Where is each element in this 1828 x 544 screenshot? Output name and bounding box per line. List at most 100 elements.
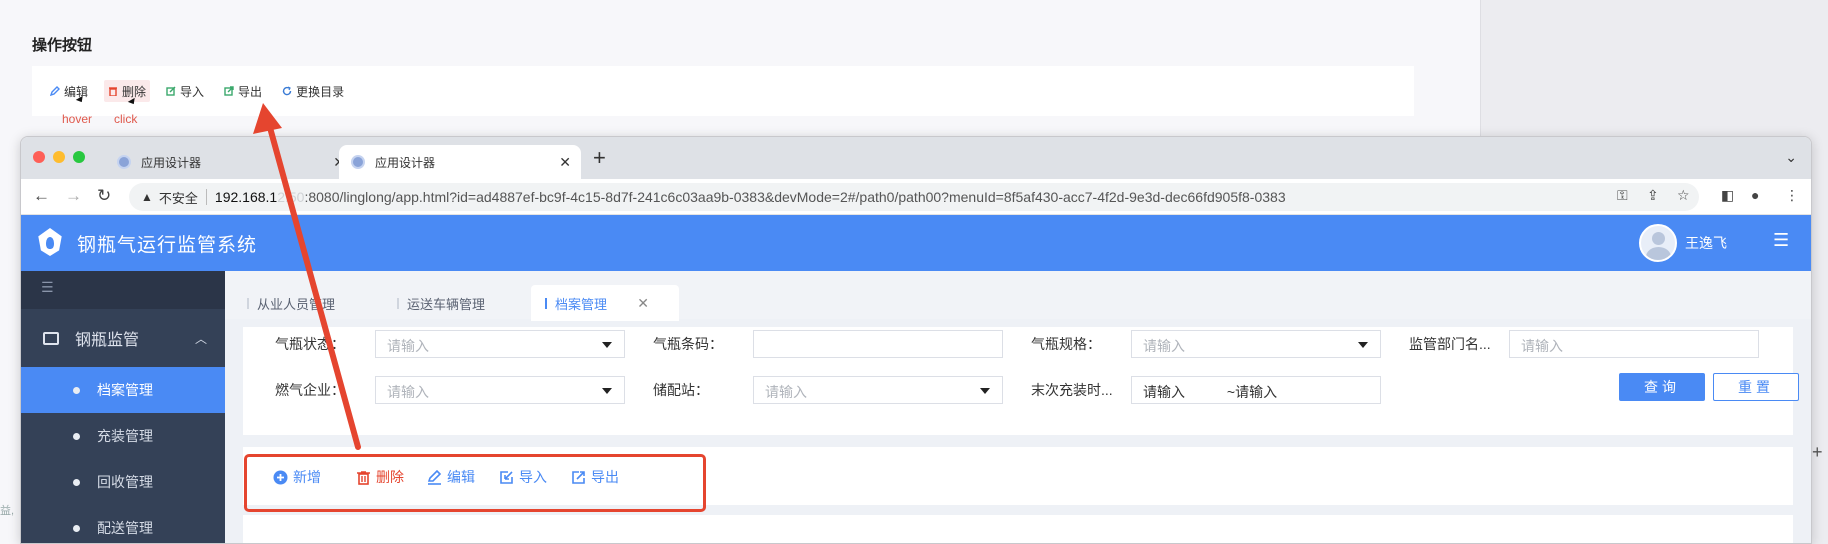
close-window-button[interactable] xyxy=(33,151,45,163)
demo-edit-label: 编辑 xyxy=(64,84,89,99)
more-menu-icon[interactable]: ⋮ xyxy=(1785,187,1799,204)
company-select[interactable]: 请输入 xyxy=(375,376,625,404)
sidebar-item-recycle[interactable]: 回收管理 xyxy=(21,459,225,505)
close-icon[interactable]: ✕ xyxy=(637,295,649,312)
bullet-icon xyxy=(73,478,80,486)
address-toolbar: ← → ↻ ▲ 不安全 192.168.1 2.50 :8080/linglon… xyxy=(21,179,1811,215)
reset-button[interactable]: 重置 xyxy=(1713,373,1799,401)
browser-tab-title: 应用设计器 xyxy=(375,155,436,170)
side-hint-text: 益, xyxy=(0,505,15,517)
bullet-icon xyxy=(73,386,80,394)
refresh-icon xyxy=(282,86,292,96)
page-tabs: 从业人员管理 运送车辆管理 档案管理 ✕ xyxy=(225,271,1811,321)
avatar[interactable] xyxy=(1639,224,1677,262)
sidebar-group-cylinder[interactable]: 钢瓶监管 ︿ xyxy=(21,309,225,367)
bullet-icon xyxy=(73,432,80,440)
station-select[interactable]: 请输入 xyxy=(753,376,1003,404)
export-icon xyxy=(224,86,234,96)
sidebar-item-filling[interactable]: 充装管理 xyxy=(21,413,225,459)
app-header: 钢瓶气运行监管系统 王逸飞 ☰ xyxy=(21,215,1811,271)
security-label: 不安全 xyxy=(158,190,198,206)
sidebar-item-delivery[interactable]: 配送管理 xyxy=(21,505,225,543)
demo-delete-button[interactable]: 删除 xyxy=(104,80,151,102)
new-tab-button[interactable]: + xyxy=(593,145,606,171)
station-label: 储配站： xyxy=(653,382,709,398)
doc-section-title: 操作按钮 xyxy=(32,37,93,54)
dept-input[interactable]: 请输入 xyxy=(1509,330,1759,358)
sidebar-item-archive[interactable]: 档案管理 xyxy=(21,367,225,413)
query-button[interactable]: 查询 xyxy=(1619,373,1705,401)
delete-icon xyxy=(109,87,118,96)
minimize-window-button[interactable] xyxy=(53,151,65,163)
app-favicon-icon xyxy=(117,155,131,169)
last-fill-label: 末次充装时... xyxy=(1031,382,1113,398)
warning-icon: ▲ xyxy=(141,190,153,204)
spec-placeholder: 请输入 xyxy=(1143,338,1185,354)
status-placeholder: 请输入 xyxy=(387,338,429,354)
key-icon[interactable]: ⚿ xyxy=(1617,187,1628,204)
demo-export-button[interactable]: 导出 xyxy=(220,80,266,102)
tab-marker xyxy=(397,297,399,309)
tab-marker xyxy=(247,297,249,309)
highlight-box xyxy=(244,454,706,512)
last-fill-range[interactable]: 请输入 ~请输入 xyxy=(1131,376,1381,404)
flame-icon xyxy=(46,237,54,249)
plus-icon[interactable]: + xyxy=(1812,442,1823,463)
spec-label: 气瓶规格： xyxy=(1031,336,1101,352)
reload-icon[interactable]: ↻ xyxy=(97,186,111,206)
menu-list-icon[interactable]: ☰ xyxy=(1773,230,1789,251)
address-bar[interactable]: ▲ 不安全 192.168.1 2.50 :8080/linglong/app.… xyxy=(129,183,1699,211)
back-icon[interactable]: ← xyxy=(33,186,50,206)
caret-down-icon xyxy=(1358,342,1368,348)
import-icon xyxy=(166,86,176,96)
folder-icon xyxy=(43,331,59,345)
caret-down-icon xyxy=(980,388,990,394)
tab-marker xyxy=(545,297,547,309)
tab-staff[interactable]: 从业人员管理 xyxy=(233,285,373,321)
url-host: 192.168.1 xyxy=(214,189,278,205)
url-host-hidden: 2.50 xyxy=(277,189,305,205)
range-start-placeholder: 请输入 xyxy=(1143,384,1185,400)
station-placeholder: 请输入 xyxy=(765,384,807,400)
dept-placeholder: 请输入 xyxy=(1521,338,1563,354)
barcode-label: 气瓶条码： xyxy=(653,336,723,352)
side-panel-icon[interactable]: ◧ xyxy=(1721,187,1734,204)
tab-label: 运送车辆管理 xyxy=(407,296,486,312)
profile-icon[interactable]: ● xyxy=(1751,187,1759,203)
table-area xyxy=(243,515,1793,543)
collapse-menu-icon[interactable]: ☰ xyxy=(21,271,225,309)
close-tab-icon[interactable]: ✕ xyxy=(559,154,571,171)
bookmark-star-icon[interactable]: ☆ xyxy=(1677,187,1690,204)
address-separator xyxy=(205,189,207,205)
hover-caption: hover xyxy=(62,112,93,126)
sidebar: ☰ 钢瓶监管 ︿ 档案管理 充装管理 回收管理 配送管理 xyxy=(21,271,225,543)
demo-change-dir-label: 更换目录 xyxy=(296,84,345,99)
demo-button-bar: 编辑 删除 导入 导出 更换目录 xyxy=(32,66,1414,116)
browser-tab-title: 应用设计器 xyxy=(141,155,202,170)
user-name[interactable]: 王逸飞 xyxy=(1685,233,1727,253)
status-select[interactable]: 请输入 xyxy=(375,330,625,358)
sidebar-item-label: 配送管理 xyxy=(97,520,153,536)
bullet-icon xyxy=(73,524,80,532)
spec-select[interactable]: 请输入 xyxy=(1131,330,1381,358)
tab-search-chevron-icon[interactable]: ⌄ xyxy=(1785,149,1797,166)
tab-vehicles[interactable]: 运送车辆管理 xyxy=(383,285,523,321)
forward-icon[interactable]: → xyxy=(65,186,82,206)
demo-import-button[interactable]: 导入 xyxy=(162,80,208,102)
browser-tab[interactable]: 应用设计器 ✕ xyxy=(105,145,355,179)
browser-tab-active[interactable]: 应用设计器 ✕ xyxy=(339,145,581,179)
caret-down-icon xyxy=(602,388,612,394)
demo-import-label: 导入 xyxy=(180,84,205,99)
barcode-input[interactable] xyxy=(753,330,1003,358)
sidebar-item-label: 回收管理 xyxy=(97,474,153,490)
share-icon[interactable]: ⇪ xyxy=(1647,187,1659,204)
tab-archive[interactable]: 档案管理 ✕ xyxy=(531,285,679,321)
demo-change-dir-button[interactable]: 更换目录 xyxy=(278,80,348,102)
status-label: 气瓶状态： xyxy=(275,336,345,352)
maximize-window-button[interactable] xyxy=(73,151,85,163)
app-title: 钢瓶气运行监管系统 xyxy=(77,235,258,256)
browser-tab-strip: 应用设计器 ✕ 应用设计器 ✕ + ⌄ xyxy=(21,137,1811,179)
demo-edit-button[interactable]: 编辑 xyxy=(46,80,92,102)
company-placeholder: 请输入 xyxy=(387,384,429,400)
range-separator: ~ xyxy=(1226,384,1236,400)
